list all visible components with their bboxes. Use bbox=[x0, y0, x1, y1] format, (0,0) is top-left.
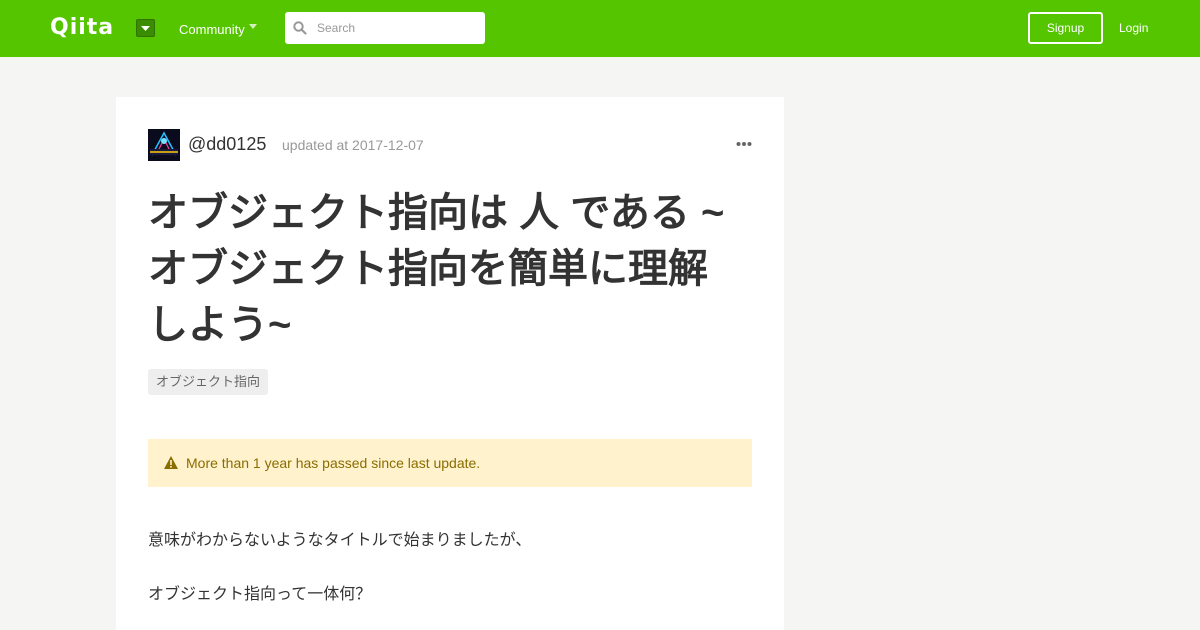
body-paragraph: 意味がわからないようなタイトルで始まりましたが、 bbox=[148, 532, 532, 549]
signup-button[interactable]: Signup bbox=[1028, 12, 1103, 44]
author-username[interactable]: @dd0125 bbox=[188, 133, 266, 155]
search-input[interactable] bbox=[311, 12, 479, 44]
tag-object-oriented[interactable]: オブジェクト指向 bbox=[148, 369, 269, 395]
qiita-logo[interactable]: Qiita bbox=[50, 14, 114, 42]
search-icon bbox=[293, 21, 307, 35]
title-line: しよう~ bbox=[148, 303, 292, 347]
article-title: オブジェクト指向は 人 である ~ オブジェクト指向を簡単に理解 しよう~ bbox=[148, 185, 752, 353]
top-navbar: Qiita Community Signup Login bbox=[0, 0, 1200, 57]
body-paragraph: オブジェクト指向って一体何？ bbox=[148, 586, 372, 603]
community-menu[interactable]: Community bbox=[179, 22, 245, 38]
outdated-alert: More than 1 year has passed since last u… bbox=[148, 439, 752, 487]
title-line: オブジェクト指向を簡単に理解 bbox=[148, 247, 708, 291]
alert-text: More than 1 year has passed since last u… bbox=[186, 455, 481, 471]
title-line: オブジェクト指向は 人 である ~ bbox=[148, 191, 725, 235]
login-link[interactable]: Login bbox=[1119, 20, 1148, 36]
search-box[interactable] bbox=[285, 12, 485, 44]
updated-date: updated at 2017-12-07 bbox=[282, 137, 424, 153]
more-horizontal-icon[interactable] bbox=[736, 141, 752, 147]
warning-icon bbox=[164, 456, 178, 469]
logo-dropdown-button[interactable] bbox=[136, 19, 155, 37]
chevron-down-icon bbox=[249, 24, 257, 29]
caret-down-icon bbox=[141, 26, 150, 31]
article-card: @dd0125 updated at 2017-12-07 オブジェクト指向は … bbox=[116, 97, 784, 630]
avatar[interactable] bbox=[148, 129, 180, 161]
avatar-image bbox=[148, 129, 180, 161]
